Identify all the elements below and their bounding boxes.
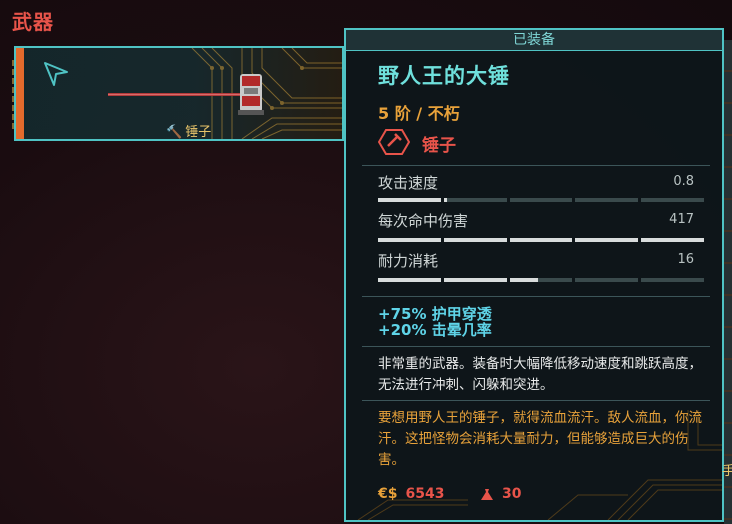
stat-bar-fill bbox=[378, 198, 441, 202]
stat-label-damage: 每次命中伤害 bbox=[378, 212, 469, 230]
stat-bar-segment bbox=[443, 278, 507, 282]
hammer-icon: 🔨 bbox=[166, 125, 183, 140]
stat-bar-segment bbox=[443, 198, 507, 202]
eurodollar-icon: €$ bbox=[378, 486, 398, 502]
stat-bar-segment bbox=[641, 238, 704, 242]
right-edge-label: 手 bbox=[722, 464, 732, 479]
bonus-armor-penetration: +75% 护甲穿透 bbox=[378, 305, 492, 323]
stat-bar-fill bbox=[443, 238, 507, 242]
stat-bar-fill bbox=[443, 198, 447, 202]
section-title: 武器 bbox=[12, 10, 54, 34]
hexagon-hammer-icon bbox=[378, 129, 410, 155]
slot-accent-stripe bbox=[16, 48, 24, 139]
stat-bar-segment bbox=[575, 278, 639, 282]
stat-label-attack-speed: 攻击速度 bbox=[378, 174, 439, 192]
item-tooltip: 已装备 野人王的大锤 5 阶 / 不朽 锤子 攻击速度 0.8 每次命中伤害 4… bbox=[344, 28, 724, 522]
stat-label-stamina-cost: 耐力消耗 bbox=[378, 252, 439, 270]
stat-bar-segment bbox=[509, 278, 573, 282]
stat-bar-segment bbox=[641, 198, 704, 202]
stat-bar-attack-speed bbox=[378, 198, 704, 202]
item-name: 野人王的大锤 bbox=[378, 64, 510, 88]
hammer-weapon-image bbox=[108, 74, 264, 115]
weight-icon bbox=[481, 489, 493, 500]
item-description: 非常重的武器。装备时大幅降低移动速度和跳跃高度，无法进行冲刺、闪躲和突进。 bbox=[378, 356, 702, 393]
stat-value-damage: 417 bbox=[669, 212, 694, 227]
equipped-header: 已装备 bbox=[346, 30, 722, 51]
stat-bar-segment bbox=[575, 238, 639, 242]
weapon-slot[interactable]: 🔨 锤子 bbox=[14, 46, 344, 141]
stat-bar-fill bbox=[443, 278, 507, 282]
slot-weapon-type: 🔨 锤子 bbox=[166, 125, 212, 140]
right-panel-edge bbox=[724, 40, 732, 524]
bonus-stun-chance: +20% 击晕几率 bbox=[378, 321, 492, 339]
divider bbox=[362, 165, 710, 166]
weight-value: 30 bbox=[502, 486, 522, 502]
item-weight: 30 bbox=[480, 486, 521, 502]
stat-bar-fill bbox=[378, 238, 441, 242]
pointer-cursor-icon bbox=[44, 62, 68, 86]
stat-bar-segment bbox=[575, 198, 639, 202]
stat-value-stamina-cost: 16 bbox=[677, 252, 694, 267]
stat-bar-fill bbox=[509, 278, 538, 282]
stat-bar-fill bbox=[378, 278, 441, 282]
divider bbox=[362, 296, 710, 297]
stat-bar-segment bbox=[378, 278, 441, 282]
stat-bar-segment bbox=[378, 238, 441, 242]
stat-bar-fill bbox=[509, 238, 573, 242]
stat-bar-fill bbox=[641, 238, 704, 242]
stat-bar-segment bbox=[509, 198, 573, 202]
inventory-screen: 武器 🔨 锤子 已装备 野人王的大锤 5 阶 / 不朽 锤子 攻击速度 0.8 … bbox=[0, 0, 732, 524]
stat-bar-segment bbox=[443, 238, 507, 242]
item-price: €$ 6543 bbox=[378, 486, 444, 502]
stat-bar-segment bbox=[641, 278, 704, 282]
stat-bar-damage bbox=[378, 238, 704, 242]
stat-bar-stamina-cost bbox=[378, 278, 704, 282]
item-type: 锤子 bbox=[422, 136, 456, 156]
item-lore: 要想用野人王的锤子，就得流血流汗。敌人流血，你流汗。这把怪物会消耗大量耐力，但能… bbox=[378, 410, 702, 468]
stat-bar-segment bbox=[378, 198, 441, 202]
divider bbox=[362, 346, 710, 347]
item-tier: 5 阶 / 不朽 bbox=[378, 104, 460, 123]
stat-bar-segment bbox=[509, 238, 573, 242]
divider bbox=[362, 400, 710, 401]
price-value: 6543 bbox=[405, 486, 445, 502]
stat-bar-fill bbox=[575, 238, 639, 242]
stat-value-attack-speed: 0.8 bbox=[673, 174, 694, 189]
